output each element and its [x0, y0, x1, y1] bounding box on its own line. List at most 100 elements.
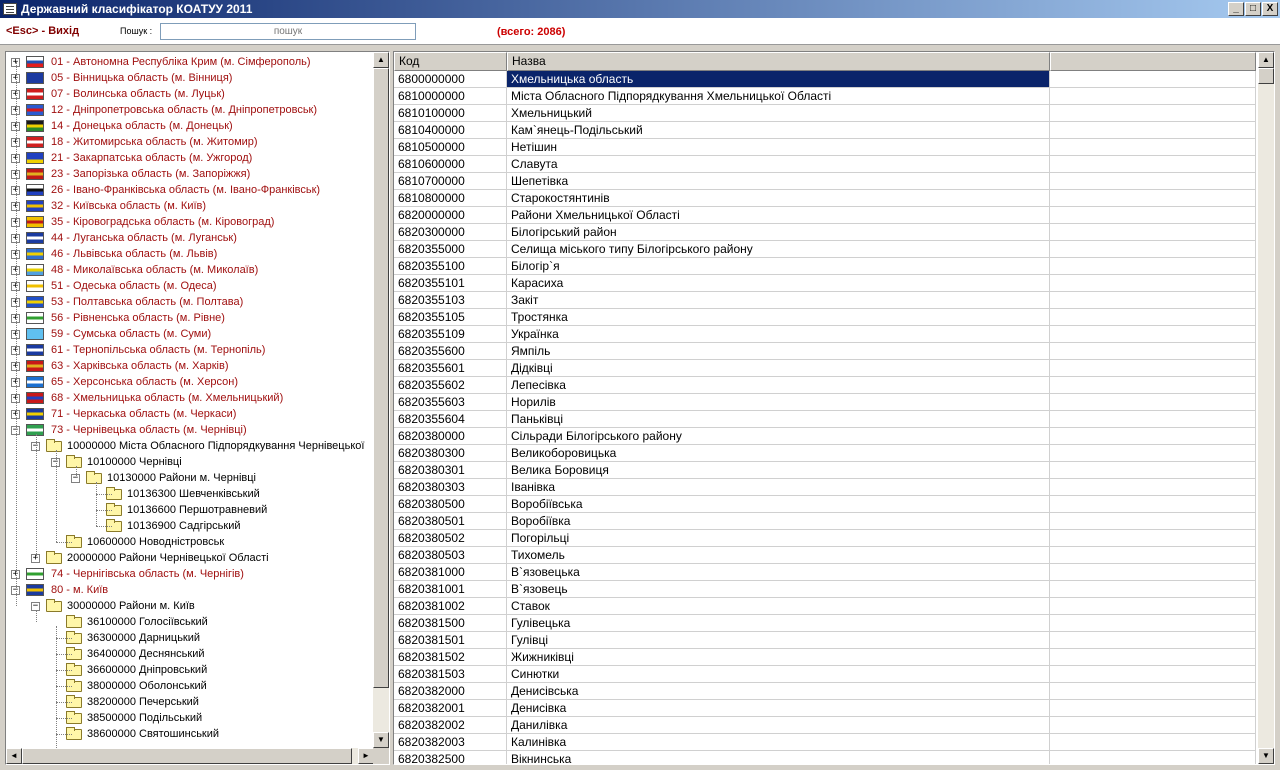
table-row[interactable]: 6810500000 Нетішин [394, 139, 1256, 156]
table-row[interactable]: 6820355000 Селища міського типу Білогірсь… [394, 241, 1256, 258]
table-row[interactable]: 6820381501 Гулівці [394, 632, 1256, 649]
tree-item-folder[interactable]: 10136600 Першотравневий [6, 502, 374, 518]
scroll-up-button[interactable]: ▲ [373, 52, 389, 68]
table-row[interactable]: 6820381500 Гулівецька [394, 615, 1256, 632]
tree-horizontal-scrollbar[interactable]: ◄ ► [6, 748, 374, 764]
tree-item-region[interactable]: −73 - Чернівецька область (м. Чернівці) [6, 422, 374, 438]
table-row[interactable]: 6820380500 Воробіївська [394, 496, 1256, 513]
cell-empty [1050, 666, 1256, 683]
table-row[interactable]: 6820380501 Воробіївка [394, 513, 1256, 530]
tree-item-region[interactable]: +51 - Одеська область (м. Одеса) [6, 278, 374, 294]
table-row[interactable]: 6820355604 Паньківці [394, 411, 1256, 428]
tree-item-region[interactable]: +01 - Автономна Республіка Крим (м. Сімф… [6, 54, 374, 70]
tree-item-label: 05 - Вінницька область (м. Вінниця) [51, 72, 233, 84]
table-row[interactable]: 6820380502 Погорільці [394, 530, 1256, 547]
table-row[interactable]: 6820381000 В`язовецька [394, 564, 1256, 581]
tree-item-region[interactable]: +48 - Миколаївська область (м. Миколаїв) [6, 262, 374, 278]
tree-item-folder[interactable]: 36100000 Голосіївський [6, 614, 374, 630]
exit-hint[interactable]: <Esc> - Вихід [6, 25, 79, 37]
table-row[interactable]: 6820000000 Райони Хмельницької Області [394, 207, 1256, 224]
table-row[interactable]: 6820355600 Ямпіль [394, 343, 1256, 360]
scroll-down-button[interactable]: ▼ [373, 732, 389, 748]
tree-item-region[interactable]: +59 - Сумська область (м. Суми) [6, 326, 374, 342]
search-input[interactable] [160, 23, 416, 40]
tree-item-region[interactable]: +14 - Донецька область (м. Донецьк) [6, 118, 374, 134]
close-button[interactable]: X [1262, 2, 1278, 16]
scroll-down-button[interactable]: ▼ [1258, 748, 1274, 764]
table-row[interactable]: 6820382003 Калинівка [394, 734, 1256, 751]
tree-item-region[interactable]: +65 - Херсонська область (м. Херсон) [6, 374, 374, 390]
column-header-name[interactable]: Назва [507, 52, 1050, 71]
table-row[interactable]: 6820355109 Українка [394, 326, 1256, 343]
minimize-button[interactable]: _ [1228, 2, 1244, 16]
tree-vertical-scrollbar[interactable]: ▲ ▼ [373, 52, 389, 748]
tree-item-region[interactable]: +12 - Дніпропетровська область (м. Дніпр… [6, 102, 374, 118]
tree-item-folder[interactable]: 10136900 Садгірський [6, 518, 374, 534]
table-row[interactable]: 6810400000 Кам`янець-Подільський [394, 122, 1256, 139]
table-row[interactable]: 6820355100 Білогір`я [394, 258, 1256, 275]
tree-item-folder[interactable]: +20000000 Райони Чернівецької Області [6, 550, 374, 566]
table-row[interactable]: 6820382500 Вікнинська [394, 751, 1256, 764]
table-row[interactable]: 6820355105 Тростянка [394, 309, 1256, 326]
column-header-code[interactable]: Код [394, 52, 507, 71]
tree-item-region[interactable]: +21 - Закарпатська область (м. Ужгород) [6, 150, 374, 166]
table-row[interactable]: 6810600000 Славута [394, 156, 1256, 173]
table-row[interactable]: 6820300000 Білогірський район [394, 224, 1256, 241]
table-row[interactable]: 6810100000 Хмельницький [394, 105, 1256, 122]
tree-item-region[interactable]: +05 - Вінницька область (м. Вінниця) [6, 70, 374, 86]
table-row[interactable]: 6810800000 Старокостянтинів [394, 190, 1256, 207]
tree-item-region[interactable]: +23 - Запорізька область (м. Запоріжжя) [6, 166, 374, 182]
table-row[interactable]: 6820381502 Жижниківці [394, 649, 1256, 666]
tree-item-region[interactable]: −80 - м. Київ [6, 582, 374, 598]
table-row[interactable]: 6820380301 Велика Боровиця [394, 462, 1256, 479]
table-row[interactable]: 6820382002 Данилівка [394, 717, 1256, 734]
table-row[interactable]: 6820381503 Синютки [394, 666, 1256, 683]
table-row[interactable]: 6810000000 Міста Обласного Підпорядкуванн… [394, 88, 1256, 105]
table-row[interactable]: 6820380303 Іванівка [394, 479, 1256, 496]
title-bar[interactable]: Державний класифікатор КОАТУУ 2011 _ □ X [0, 0, 1280, 18]
tree-item-region[interactable]: +18 - Житомирська область (м. Житомир) [6, 134, 374, 150]
table-row[interactable]: 6820355103 Закіт [394, 292, 1256, 309]
tree-item-region[interactable]: +26 - Івано-Франківська область (м. Іван… [6, 182, 374, 198]
scroll-right-button[interactable]: ► [358, 748, 374, 764]
table-row[interactable]: 6820381002 Ставок [394, 598, 1256, 615]
scroll-left-button[interactable]: ◄ [6, 748, 22, 764]
tree-item-region[interactable]: +32 - Київська область (м. Київ) [6, 198, 374, 214]
table-row[interactable]: 6820381001 В`язовець [394, 581, 1256, 598]
table-row[interactable]: 6820355101 Карасиха [394, 275, 1256, 292]
tree-item-region[interactable]: +46 - Львівська область (м. Львів) [6, 246, 374, 262]
results-grid[interactable]: Код Назва 6800000000 Хмельницька область 6… [394, 52, 1256, 764]
tree-item-region[interactable]: +53 - Полтавська область (м. Полтава) [6, 294, 374, 310]
maximize-button[interactable]: □ [1245, 2, 1261, 16]
tree-item-region[interactable]: +35 - Кіровоградська область (м. Кіровог… [6, 214, 374, 230]
table-row[interactable]: 6820382000 Денисівська [394, 683, 1256, 700]
tree-item-region[interactable]: +68 - Хмельницька область (м. Хмельницьк… [6, 390, 374, 406]
tree-item-folder[interactable]: −10000000 Міста Обласного Підпорядкуванн… [6, 438, 374, 454]
tree-item-folder[interactable]: 10136300 Шевченківський [6, 486, 374, 502]
tree-item-region[interactable]: +63 - Харківська область (м. Харків) [6, 358, 374, 374]
scroll-up-button[interactable]: ▲ [1258, 52, 1274, 68]
tree-item-folder[interactable]: −30000000 Райони м. Київ [6, 598, 374, 614]
scroll-thumb[interactable] [1258, 68, 1274, 84]
grid-vertical-scrollbar[interactable]: ▲ ▼ [1258, 52, 1274, 764]
table-row[interactable]: 6820380000 Сільради Білогірського району [394, 428, 1256, 445]
tree-item-region[interactable]: +56 - Рівненська область (м. Рівне) [6, 310, 374, 326]
tree-item-region[interactable]: +61 - Тернопільська область (м. Тернопіл… [6, 342, 374, 358]
tree-item-folder[interactable]: −10130000 Райони м. Чернівці [6, 470, 374, 486]
region-tree[interactable]: +01 - Автономна Республіка Крим (м. Сімф… [6, 52, 374, 748]
table-row[interactable]: 6820380300 Великоборовицька [394, 445, 1256, 462]
table-row[interactable]: 6820380503 Тихомель [394, 547, 1256, 564]
table-row[interactable]: 6820355602 Лепесівка [394, 377, 1256, 394]
table-row[interactable]: 6820355601 Дідківці [394, 360, 1256, 377]
table-row[interactable]: 6810700000 Шепетівка [394, 173, 1256, 190]
tree-item-folder[interactable]: −10100000 Чернівці [6, 454, 374, 470]
tree-item-region[interactable]: +44 - Луганська область (м. Луганськ) [6, 230, 374, 246]
table-row[interactable]: 6820355603 Норилів [394, 394, 1256, 411]
scroll-thumb[interactable] [22, 748, 352, 764]
tree-item-region[interactable]: +07 - Волинська область (м. Луцьк) [6, 86, 374, 102]
tree-item-region[interactable]: +74 - Чернігівська область (м. Чернігів) [6, 566, 374, 582]
table-row[interactable]: 6800000000 Хмельницька область [394, 71, 1256, 88]
tree-item-region[interactable]: +71 - Черкаська область (м. Черкаси) [6, 406, 374, 422]
table-row[interactable]: 6820382001 Денисівка [394, 700, 1256, 717]
scroll-thumb[interactable] [373, 68, 389, 688]
